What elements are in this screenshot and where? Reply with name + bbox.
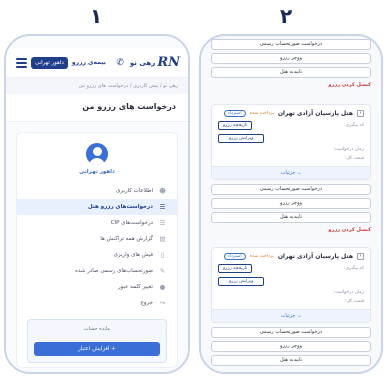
hotel-name: هتل پارسیان آزادی تهران: [277, 110, 353, 117]
receipt-icon: ▯: [160, 251, 165, 259]
phone-icon[interactable]: ✆: [116, 58, 124, 68]
followup-label: کد پیگیری:: [344, 266, 364, 271]
chevron-down-icon: ⌄: [297, 170, 302, 176]
menu-item-label: درخواست‌های CIP: [110, 220, 153, 226]
menu-item-label: تغییر کلمه عبور: [117, 284, 153, 290]
voucher-button[interactable]: ووچر رزرو: [211, 53, 371, 64]
hotel-card: استرداد پرداخت شده هتل پارسیان آزادی تهر…: [211, 247, 371, 323]
user-chip[interactable]: داهور تهرانی: [31, 56, 68, 69]
charge-credit-button[interactable]: + افزایش اعتبار: [34, 342, 160, 356]
list-icon: ☰: [159, 203, 166, 211]
menu-item-logout[interactable]: ↪ خروج: [17, 295, 177, 311]
followup-label: کد پیگیری:: [344, 123, 364, 128]
cancel-reservation-link[interactable]: کنسل کردن رزرو: [211, 82, 371, 88]
menu-icon[interactable]: [16, 57, 27, 68]
menu-item-hotel-reservations[interactable]: ☰ درخواست‌های رزرو هتل: [17, 199, 177, 215]
status-badge: استرداد: [223, 253, 246, 260]
details-label: جزئیات: [280, 313, 296, 319]
edit-reservation-button[interactable]: ویرایش رزرو: [218, 134, 265, 143]
menu-item-label: اطلاعات کاربری: [116, 188, 153, 194]
avatar: [86, 143, 108, 165]
menu-item-label: گزارش همه تراکنش ها: [100, 236, 153, 242]
logout-icon: ↪: [159, 299, 166, 307]
phone-screen-2: درخواست صورتحساب رسمی ووچر رزرو تاییدیه …: [199, 34, 383, 374]
request-time-label: زمان درخواست:: [333, 147, 364, 152]
details-link[interactable]: جزئیات ⌄: [212, 166, 370, 179]
menu-item-label: صورتحساب‌های رسمی صادر شده: [75, 268, 153, 274]
menu-item-change-password[interactable]: ● تغییر کلمه عبور: [17, 279, 177, 295]
account-menu: ☻ اطلاعات کاربری ☰ درخواست‌های رزرو هتل ☰ د…: [17, 183, 177, 311]
step-number-2: ۲: [280, 4, 293, 28]
voucher-button[interactable]: ووچر رزرو: [211, 198, 371, 209]
user-icon: ☻: [159, 187, 166, 195]
details-label: جزئیات: [280, 170, 296, 176]
cancel-reservation-link[interactable]: کنسل کردن رزرو: [211, 227, 371, 233]
profile-name: داهور تهرانی: [79, 169, 115, 175]
menu-item-profile[interactable]: ☻ اطلاعات کاربری: [17, 183, 177, 199]
paid-label: پرداخت شده: [249, 111, 274, 116]
details-link[interactable]: جزئیات ⌄: [212, 309, 370, 322]
menu-item-receipts[interactable]: ▯ فیش های واریزی: [17, 247, 177, 263]
invoice-request-button[interactable]: درخواست صورتحساب رسمی: [211, 39, 371, 50]
hotel-confirm-button[interactable]: تاییدیه هتل: [211, 355, 371, 366]
expand-icon[interactable]: ›: [357, 253, 364, 260]
report-icon: ▤: [159, 235, 166, 243]
hotel-confirm-button[interactable]: تاییدیه هتل: [211, 212, 371, 223]
total-price-label: قیمت کل:: [344, 299, 364, 304]
menu-item-invoices[interactable]: ✎ صورتحساب‌های رسمی صادر شده: [17, 263, 177, 279]
history-button[interactable]: تاریخچه رزرو: [218, 121, 253, 130]
invoice-request-button[interactable]: درخواست صورتحساب رسمی: [211, 184, 371, 195]
insurance-link[interactable]: بیمه‌ی رزرو: [72, 59, 106, 66]
hotel-confirm-button[interactable]: تاییدیه هتل: [211, 67, 371, 78]
menu-item-label: فیش های واریزی: [113, 252, 153, 258]
lock-icon: ●: [159, 283, 166, 291]
request-time-label: زمان درخواست:: [333, 290, 364, 295]
menu-item-transactions[interactable]: ▤ گزارش همه تراکنش ها: [17, 231, 177, 247]
breadcrumb: رهی نو / پیش کاربری / درخواست های رزرو م…: [6, 78, 188, 94]
paid-label: پرداخت شده: [249, 254, 274, 259]
balance-box: مانده حساب + افزایش اعتبار: [27, 319, 167, 363]
step-number-1: ۱: [90, 4, 103, 28]
status-badge: استرداد: [223, 110, 246, 117]
history-button[interactable]: تاریخچه رزرو: [218, 264, 253, 273]
menu-item-label: درخواست‌های رزرو هتل: [87, 204, 153, 210]
voucher-button[interactable]: ووچر رزرو: [211, 341, 371, 352]
menu-item-cip[interactable]: ☰ درخواست‌های CIP: [17, 215, 177, 231]
hotel-card: استرداد پرداخت شده هتل پارسیان آزادی تهر…: [211, 104, 371, 180]
list-icon: ☰: [159, 219, 166, 227]
logo[interactable]: رهی نو RN: [130, 55, 180, 70]
logo-mark: RN: [157, 55, 180, 70]
profile-card: داهور تهرانی ☻ اطلاعات کاربری ☰ درخواست‌ها…: [16, 132, 178, 368]
hotel-name: هتل پارسیان آزادی تهران: [277, 253, 353, 260]
logo-text: رهی نو: [129, 58, 156, 67]
balance-label: مانده حساب: [83, 326, 111, 332]
total-price-label: قیمت کل:: [344, 156, 364, 161]
app-header: داهور تهرانی بیمه‌ی رزرو ✆ رهی نو RN: [6, 48, 188, 78]
page-title: درخواست های رزرو من: [6, 94, 188, 122]
expand-icon[interactable]: ›: [357, 110, 364, 117]
menu-item-label: خروج: [140, 300, 153, 306]
invoice-icon: ✎: [159, 267, 166, 275]
phone-screen-1: داهور تهرانی بیمه‌ی رزرو ✆ رهی نو RN رهی…: [4, 34, 190, 374]
edit-reservation-button[interactable]: ویرایش رزرو: [218, 277, 265, 286]
tutorial-stage: ۱ ۲ داهور تهرانی بیمه‌ی رزرو ✆ رهی نو RN…: [0, 0, 387, 376]
invoice-request-button[interactable]: درخواست صورتحساب رسمی: [211, 327, 371, 338]
chevron-down-icon: ⌄: [297, 313, 302, 319]
